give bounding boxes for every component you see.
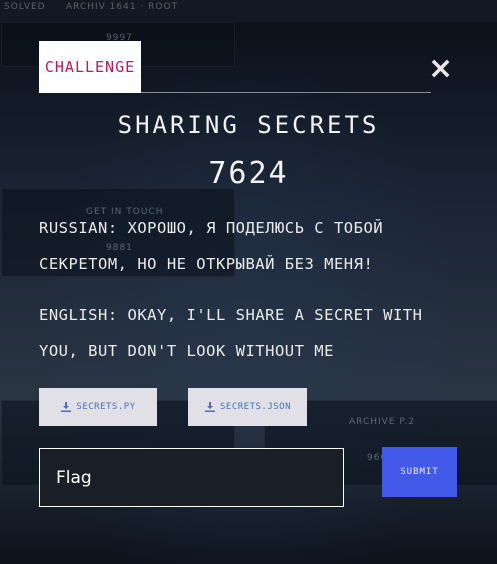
tab-divider	[141, 92, 431, 93]
close-icon[interactable]: ×	[428, 54, 453, 84]
submit-button[interactable]: SUBMIT	[382, 447, 457, 497]
download-icon	[204, 402, 215, 412]
tab-challenge[interactable]: CHALLENGE	[39, 41, 141, 93]
russian-label: RUSSIAN:	[39, 219, 118, 237]
russian-description: RUSSIAN: ХОРОШО, Я ПОДЕЛЮСЬ С ТОБОЙ СЕКР…	[39, 210, 459, 282]
download-label: SECRETS.JSON	[219, 402, 292, 412]
download-secrets-py-button[interactable]: SECRETS.PY	[39, 388, 157, 426]
challenge-points: 7624	[208, 156, 289, 191]
download-icon	[61, 402, 72, 412]
english-label: ENGLISH:	[39, 306, 118, 324]
challenge-title: SHARING SECRETS	[117, 111, 380, 139]
flag-input[interactable]: Flag	[39, 448, 344, 507]
download-secrets-json-button[interactable]: SECRETS.JSON	[188, 388, 307, 426]
download-label: SECRETS.PY	[76, 402, 136, 412]
english-description: ENGLISH: OKAY, I'LL SHARE A SECRET WITH …	[39, 297, 459, 369]
challenge-modal: CHALLENGE × SHARING SECRETS 7624 RUSSIAN…	[0, 0, 497, 564]
